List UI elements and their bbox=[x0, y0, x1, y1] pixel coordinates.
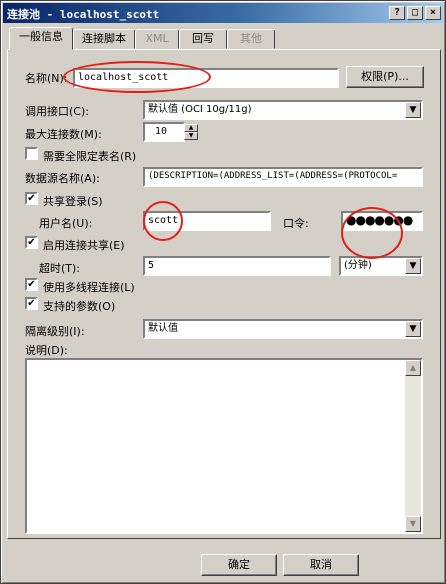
spin-up-icon[interactable]: ▲ bbox=[184, 124, 198, 132]
connection-pool-dialog: 连接池 - localhost_scott ? □ × 一般信息 连接脚本 XM… bbox=[0, 0, 446, 584]
timeout-label: 超时(T): bbox=[39, 262, 81, 275]
params-supported-label: 支持的参数(O) bbox=[43, 300, 116, 313]
shared-login-label: 共享登录(S) bbox=[43, 195, 103, 208]
description-scrollbar[interactable]: ▲ ▼ bbox=[405, 360, 421, 532]
maximize-button[interactable]: □ bbox=[407, 6, 423, 20]
password-input[interactable]: ●●●●●●● bbox=[341, 211, 423, 231]
help-button[interactable]: ? bbox=[389, 6, 405, 20]
scroll-up-icon[interactable]: ▲ bbox=[405, 360, 421, 376]
timeout-input[interactable]: 5 bbox=[143, 256, 331, 276]
description-textarea[interactable]: ▲ ▼ bbox=[25, 358, 423, 534]
call-interface-label: 调用接口(C): bbox=[25, 105, 89, 118]
isolation-value: 默认值 bbox=[148, 323, 178, 334]
tab-other: 其他 bbox=[227, 29, 275, 49]
chevron-down-icon[interactable]: ▼ bbox=[405, 102, 421, 118]
chevron-down-icon[interactable]: ▼ bbox=[405, 258, 421, 274]
spin-down-icon[interactable]: ▼ bbox=[184, 132, 198, 140]
call-interface-value: 默认值 (OCI 10g/11g) bbox=[148, 104, 252, 115]
timeout-unit-select[interactable]: (分钟) ▼ bbox=[339, 256, 423, 276]
tab-connection-scripts[interactable]: 连接脚本 bbox=[73, 29, 135, 49]
tab-xml: XML bbox=[135, 29, 179, 49]
description-label: 说明(D): bbox=[25, 344, 68, 357]
call-interface-select[interactable]: 默认值 (OCI 10g/11g) ▼ bbox=[143, 100, 423, 120]
close-button[interactable]: × bbox=[425, 6, 441, 20]
ok-button[interactable]: 确定 bbox=[201, 554, 277, 576]
password-label: 口令: bbox=[283, 217, 309, 230]
scroll-down-icon[interactable]: ▼ bbox=[405, 516, 421, 532]
dsn-label: 数据源名称(A): bbox=[25, 172, 100, 185]
enable-sharing-label: 启用连接共享(E) bbox=[43, 239, 125, 252]
tab-general[interactable]: 一般信息 bbox=[9, 27, 73, 50]
permissions-button[interactable]: 权限(P)... bbox=[346, 66, 424, 88]
multithread-checkbox[interactable]: ✔ bbox=[25, 278, 38, 291]
window-title: 连接池 - localhost_scott bbox=[7, 8, 160, 21]
name-label: 名称(N): bbox=[25, 72, 68, 85]
require-fq-names-checkbox[interactable] bbox=[25, 147, 38, 160]
tab-write-back[interactable]: 回写 bbox=[179, 29, 227, 49]
title-bar[interactable]: 连接池 - localhost_scott ? □ × bbox=[3, 3, 443, 23]
multithread-label: 使用多线程连接(L) bbox=[43, 281, 135, 294]
max-connections-input[interactable]: 10 bbox=[143, 122, 185, 142]
chevron-down-icon[interactable]: ▼ bbox=[405, 321, 421, 337]
isolation-select[interactable]: 默认值 ▼ bbox=[143, 319, 423, 339]
dsn-input[interactable]: (DESCRIPTION=(ADDRESS_LIST=(ADDRESS=(PRO… bbox=[143, 167, 423, 187]
require-fq-names-label: 需要全限定表名(R) bbox=[43, 150, 137, 163]
username-input[interactable]: scott bbox=[143, 211, 271, 231]
shared-login-checkbox[interactable]: ✔ bbox=[25, 192, 38, 205]
isolation-label: 隔离级别(I): bbox=[25, 325, 85, 338]
username-label: 用户名(U): bbox=[39, 217, 93, 230]
max-connections-label: 最大连接数(M): bbox=[25, 128, 102, 141]
cancel-button[interactable]: 取消 bbox=[283, 554, 359, 576]
params-supported-checkbox[interactable]: ✔ bbox=[25, 297, 38, 310]
timeout-unit-value: (分钟) bbox=[344, 260, 372, 271]
name-input[interactable]: localhost_scott bbox=[73, 68, 339, 88]
enable-sharing-checkbox[interactable]: ✔ bbox=[25, 236, 38, 249]
